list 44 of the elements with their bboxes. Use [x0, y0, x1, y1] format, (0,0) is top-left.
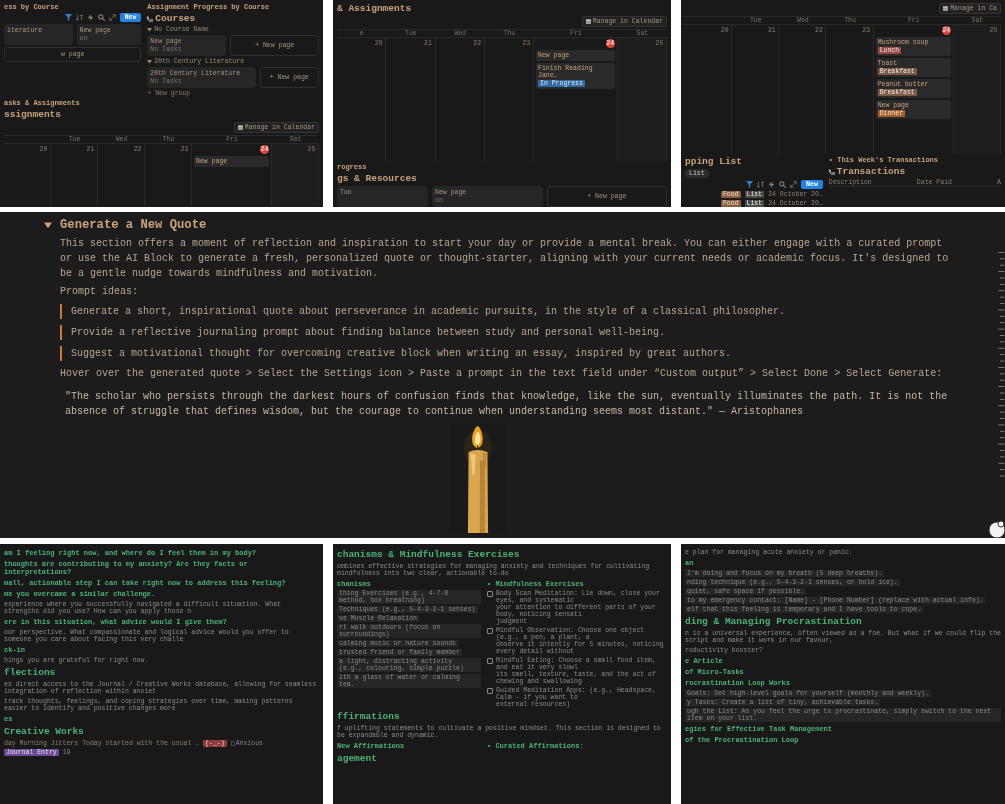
- database-title: Transactions: [836, 166, 906, 177]
- section-title: chanisms & Mindfulness Exercises: [337, 549, 521, 560]
- mascot-drawing: [985, 518, 1005, 538]
- prompt-quote: Provide a reflective journaling prompt about finding balance between study and personal well-being.: [60, 325, 955, 340]
- checkbox[interactable]: [487, 628, 493, 634]
- section-title: gs & Resources: [337, 173, 418, 184]
- prompt-quote: Generate a short, inspirational quote about perseverance in academic pursuits, in the style of a classical philosopher.: [60, 304, 955, 319]
- instruction-text: Hover over the generated quote > Select the Settings icon > Paste a prompt in the text field under “Custom output” > Select Done > Select Generate:: [60, 367, 944, 381]
- caret-icon[interactable]: [147, 27, 153, 32]
- prompt-quote: Suggest a motivational thought for overcoming creative block when writing an essay, inspired by great authors.: [60, 346, 955, 361]
- checkbox[interactable]: [487, 688, 493, 694]
- caret-icon[interactable]: [147, 59, 153, 64]
- database-title: Courses: [155, 13, 196, 24]
- paragraph: This section offers a moment of reflection and inspiration to start your day or provide a mental break. You can either engage with a curated prompt or use the AI Block to generate a fresh, personalized quote or thought-starter, aligning with your current needs or academic focus. It's designed to be a gentle nudge towards mindfulness and motivation.: [60, 237, 950, 281]
- label: Prompt ideas:: [60, 285, 139, 299]
- section-title: ssignments: [4, 109, 62, 120]
- caret-icon[interactable]: [44, 221, 52, 229]
- checkbox[interactable]: [487, 658, 493, 664]
- section-heading: Generate a New Quote: [60, 218, 207, 232]
- filter-icon[interactable]: [64, 14, 72, 21]
- calendar-icon: [585, 19, 591, 24]
- section-title: ffirmations: [337, 711, 401, 722]
- section-title: flections: [4, 667, 57, 678]
- sort-icon[interactable]: [75, 14, 83, 21]
- calendar-icon: [237, 125, 243, 130]
- quote-text: "The scholar who persists through the darkest hours of confusion finds that knowledge, like the sun, eventually illuminates the path. It is not the absence of struggle that defines wisdom, but the courage to continue when understanding seems most distant." — Aristophanes: [65, 390, 949, 419]
- database-icon: [147, 15, 154, 22]
- search-icon[interactable]: [779, 181, 787, 188]
- sort-icon[interactable]: [757, 181, 765, 188]
- section-title: pping List: [685, 156, 743, 167]
- document-icon: [230, 741, 235, 746]
- search-icon[interactable]: [97, 14, 105, 21]
- expand-icon[interactable]: [108, 14, 116, 21]
- section-title: ding & Managing Procrastination: [685, 616, 863, 627]
- database-icon: [828, 168, 835, 175]
- lightning-icon[interactable]: [768, 181, 776, 188]
- section-title: & Assignments: [337, 3, 413, 14]
- section-title: agement: [337, 753, 378, 764]
- expand-icon[interactable]: [790, 181, 798, 188]
- calendar-icon: [943, 6, 949, 11]
- checkbox[interactable]: [487, 591, 493, 597]
- lightning-icon[interactable]: [86, 14, 94, 21]
- filter-icon[interactable]: [746, 181, 754, 188]
- section-title: Creative Works: [4, 726, 85, 737]
